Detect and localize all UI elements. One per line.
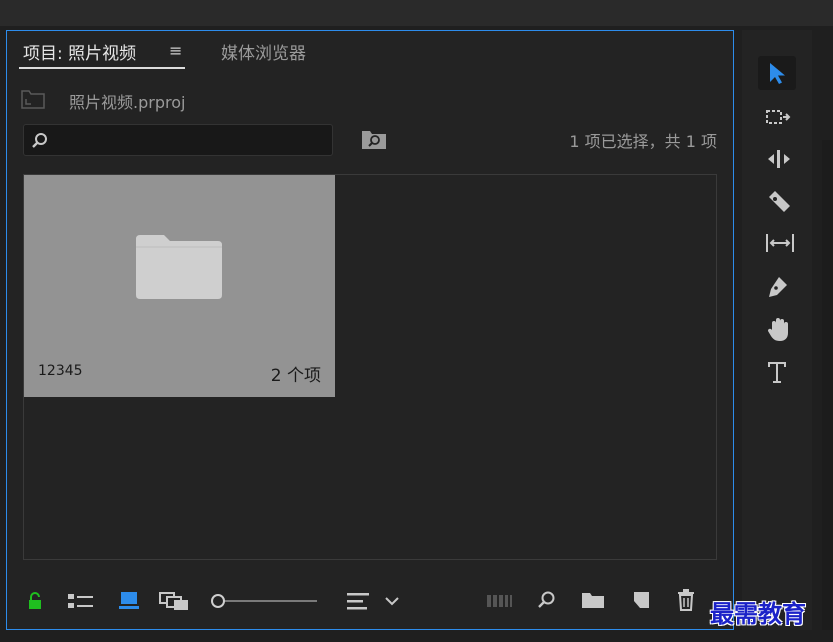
track-select-tool[interactable]: [758, 100, 796, 134]
type-tool[interactable]: [758, 354, 796, 388]
selection-status: 1 项已选择，共 1 项: [569, 132, 717, 151]
trash-icon[interactable]: [677, 589, 695, 611]
panel-tabs: 项目: 照片视频 ≡ 媒体浏览器: [7, 31, 733, 71]
search-input[interactable]: [56, 129, 330, 153]
folder-icon: [136, 235, 222, 299]
slip-tool[interactable]: [758, 226, 796, 260]
watermark-logo: 最需教育: [710, 599, 806, 628]
project-panel-toolbar: [7, 576, 735, 626]
new-search-bin-icon[interactable]: [361, 128, 387, 150]
type-icon: [768, 362, 786, 383]
ripple-edit-tool[interactable]: [758, 142, 796, 176]
bin-name: 12345: [38, 363, 83, 379]
track-select-icon: [766, 110, 791, 124]
tab-project[interactable]: 项目: 照片视频: [23, 39, 136, 64]
zoom-slider-handle[interactable]: [211, 594, 225, 608]
tools-panel: [742, 30, 812, 630]
tab-media-browser[interactable]: 媒体浏览器: [221, 39, 306, 64]
automate-to-sequence-icon[interactable]: [487, 594, 513, 608]
slip-icon: [766, 234, 794, 252]
icon-view-icon[interactable]: [119, 590, 139, 610]
bin-tile[interactable]: 12345 2 个项: [24, 175, 335, 397]
selection-tool[interactable]: [758, 56, 796, 90]
top-bar: [0, 0, 833, 26]
razor-tool[interactable]: [758, 184, 796, 218]
zoom-slider-track[interactable]: [221, 600, 317, 602]
active-tab-indicator: [19, 67, 185, 69]
pen-icon: [769, 277, 787, 297]
sort-icon[interactable]: [347, 592, 371, 610]
project-file-icon: [21, 90, 45, 109]
bin-item-count: 2 个项: [270, 366, 321, 386]
arrow-icon: [770, 63, 785, 84]
new-item-icon[interactable]: [631, 590, 651, 610]
lock-icon[interactable]: [27, 592, 43, 610]
project-file-name: 照片视频.prproj: [69, 93, 186, 112]
ripple-edit-icon: [768, 150, 790, 168]
search-icon: [32, 133, 47, 148]
new-bin-icon[interactable]: [581, 591, 605, 609]
search-box[interactable]: [23, 124, 333, 156]
panel-menu-icon[interactable]: ≡: [169, 41, 182, 60]
razor-icon: [769, 191, 790, 212]
project-panel: 项目: 照片视频 ≡ 媒体浏览器 照片视频.prproj 1 项已选择，共 1 …: [6, 30, 734, 630]
find-icon[interactable]: [537, 590, 557, 610]
right-scrollbar[interactable]: [822, 140, 833, 630]
freeform-view-icon[interactable]: [159, 591, 191, 611]
hand-icon: [767, 318, 788, 341]
hand-tool[interactable]: [758, 312, 796, 346]
pen-tool[interactable]: [758, 270, 796, 304]
project-items-grid: 12345 2 个项: [23, 174, 717, 560]
sort-dropdown-icon[interactable]: [385, 596, 399, 606]
list-view-icon[interactable]: [67, 592, 95, 610]
